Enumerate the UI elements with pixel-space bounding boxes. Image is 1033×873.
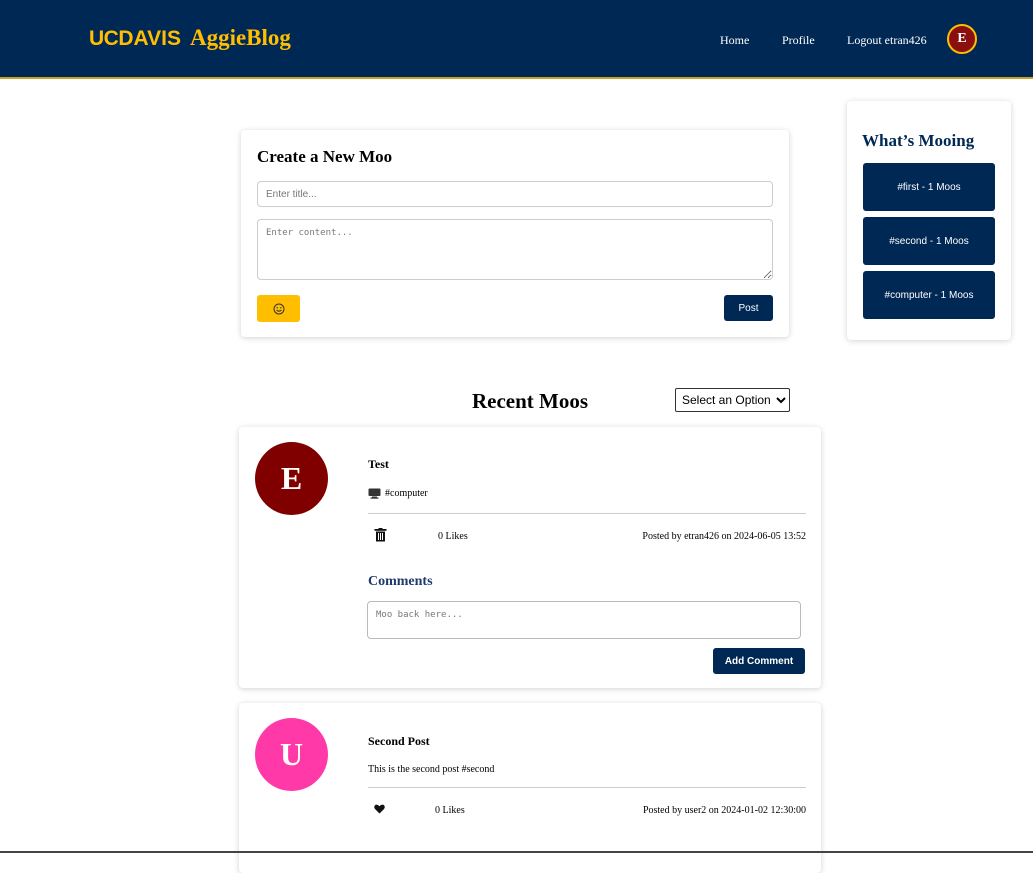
post-body: This is the second post #second: [368, 764, 494, 775]
likes-count: 0 Likes: [438, 531, 468, 542]
posted-by: Posted by etran426 on 2024-06-05 13:52: [642, 531, 806, 542]
post-button[interactable]: Post: [724, 295, 773, 321]
moo-content-input[interactable]: [257, 219, 773, 280]
trending-tag-first[interactable]: #first - 1 Moos: [863, 163, 995, 211]
heart-icon[interactable]: [374, 802, 385, 818]
emoji-picker-button[interactable]: [257, 295, 300, 322]
add-comment-button[interactable]: Add Comment: [713, 648, 805, 674]
trending-tag-second[interactable]: #second - 1 Moos: [863, 217, 995, 265]
post-divider: [368, 787, 806, 788]
moo-title-input[interactable]: [257, 181, 773, 207]
logo-uc: UC: [89, 27, 119, 50]
post-avatar: E: [255, 442, 328, 515]
trending-card: What’s Mooing #first - 1 Moos #second - …: [847, 101, 1011, 340]
post-card: U Second Post This is the second post #s…: [239, 703, 821, 873]
post-divider: [368, 513, 806, 514]
top-nav-bar: UC DAVIS AggieBlog Home Profile Logout e…: [0, 0, 1033, 79]
post-body-text: #computer: [385, 488, 428, 499]
nav-home-link[interactable]: Home: [720, 33, 749, 48]
create-moo-title: Create a New Moo: [257, 147, 393, 166]
post-card: E Test #computer 0 Likes Posted by etran…: [239, 427, 821, 688]
computer-icon: [368, 488, 381, 499]
nav-logout-link[interactable]: Logout etran426: [847, 33, 927, 48]
trash-icon[interactable]: [374, 528, 387, 546]
recent-moos-title: Recent Moos: [472, 389, 589, 413]
create-moo-card: Create a New Moo Post: [241, 130, 789, 337]
smiley-icon: [273, 303, 284, 314]
comment-input[interactable]: [367, 601, 801, 639]
posted-by: Posted by user2 on 2024-01-02 12:30:00: [642, 805, 806, 816]
likes-count: 0 Likes: [435, 805, 465, 816]
trending-tag-computer[interactable]: #computer - 1 Moos: [863, 271, 995, 319]
post-body-text: This is the second post #second: [368, 764, 495, 775]
logo-aggieblog: AggieBlog: [189, 25, 291, 50]
comments-title: Comments: [368, 574, 433, 589]
user-avatar[interactable]: E: [947, 24, 977, 54]
post-title: Test: [368, 457, 389, 471]
post-title: Second Post: [368, 734, 430, 748]
sort-select[interactable]: Select an Option: [675, 388, 790, 412]
site-logo[interactable]: UC DAVIS AggieBlog: [89, 25, 291, 55]
logo-davis: DAVIS: [118, 27, 181, 50]
post-avatar: U: [255, 718, 328, 791]
nav-profile-link[interactable]: Profile: [782, 33, 815, 48]
post-body: #computer: [368, 488, 428, 499]
trending-title: What’s Mooing: [862, 131, 975, 150]
